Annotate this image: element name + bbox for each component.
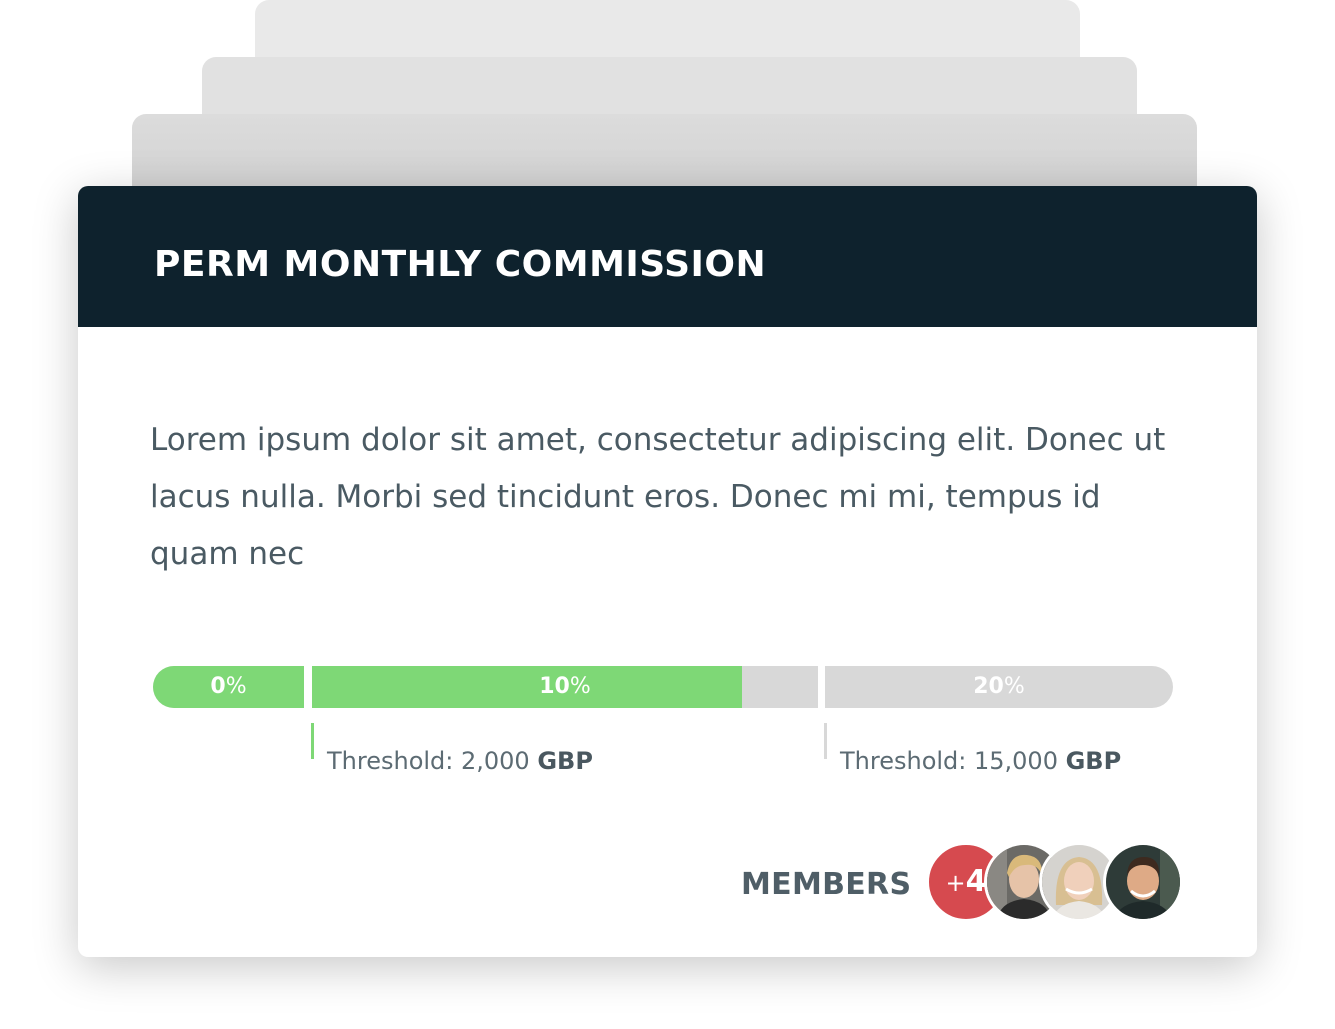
tier-segment-1: 0% [153, 666, 304, 708]
threshold-1-label: Threshold: 2,000 GBP [327, 747, 593, 775]
tier-segment-2-label: 10% [539, 674, 591, 699]
member-avatar-3[interactable] [1103, 842, 1183, 922]
threshold-2-label: Threshold: 15,000 GBP [840, 747, 1122, 775]
threshold-2-tick [824, 723, 827, 759]
members-label: MEMBERS [741, 867, 912, 902]
card-description: Lorem ipsum dolor sit amet, consectetur … [150, 422, 1166, 572]
threshold-1-tick [311, 723, 314, 759]
tier-segment-2: 10% [312, 666, 818, 708]
card-header: PERM MONTHLY COMMISSION [78, 186, 1257, 327]
commission-tier-bar: 0% 10% 20% [153, 666, 1173, 708]
card-title: PERM MONTHLY COMMISSION [154, 244, 767, 285]
stage: PERM MONTHLY COMMISSION Lorem ipsum dolo… [0, 0, 1335, 1029]
tier-segment-3-label: 20% [973, 674, 1025, 699]
commission-plan-card[interactable]: PERM MONTHLY COMMISSION Lorem ipsum dolo… [78, 186, 1257, 957]
tier-segment-3: 20% [825, 666, 1173, 708]
tier-segment-1-label: 0% [210, 674, 247, 699]
